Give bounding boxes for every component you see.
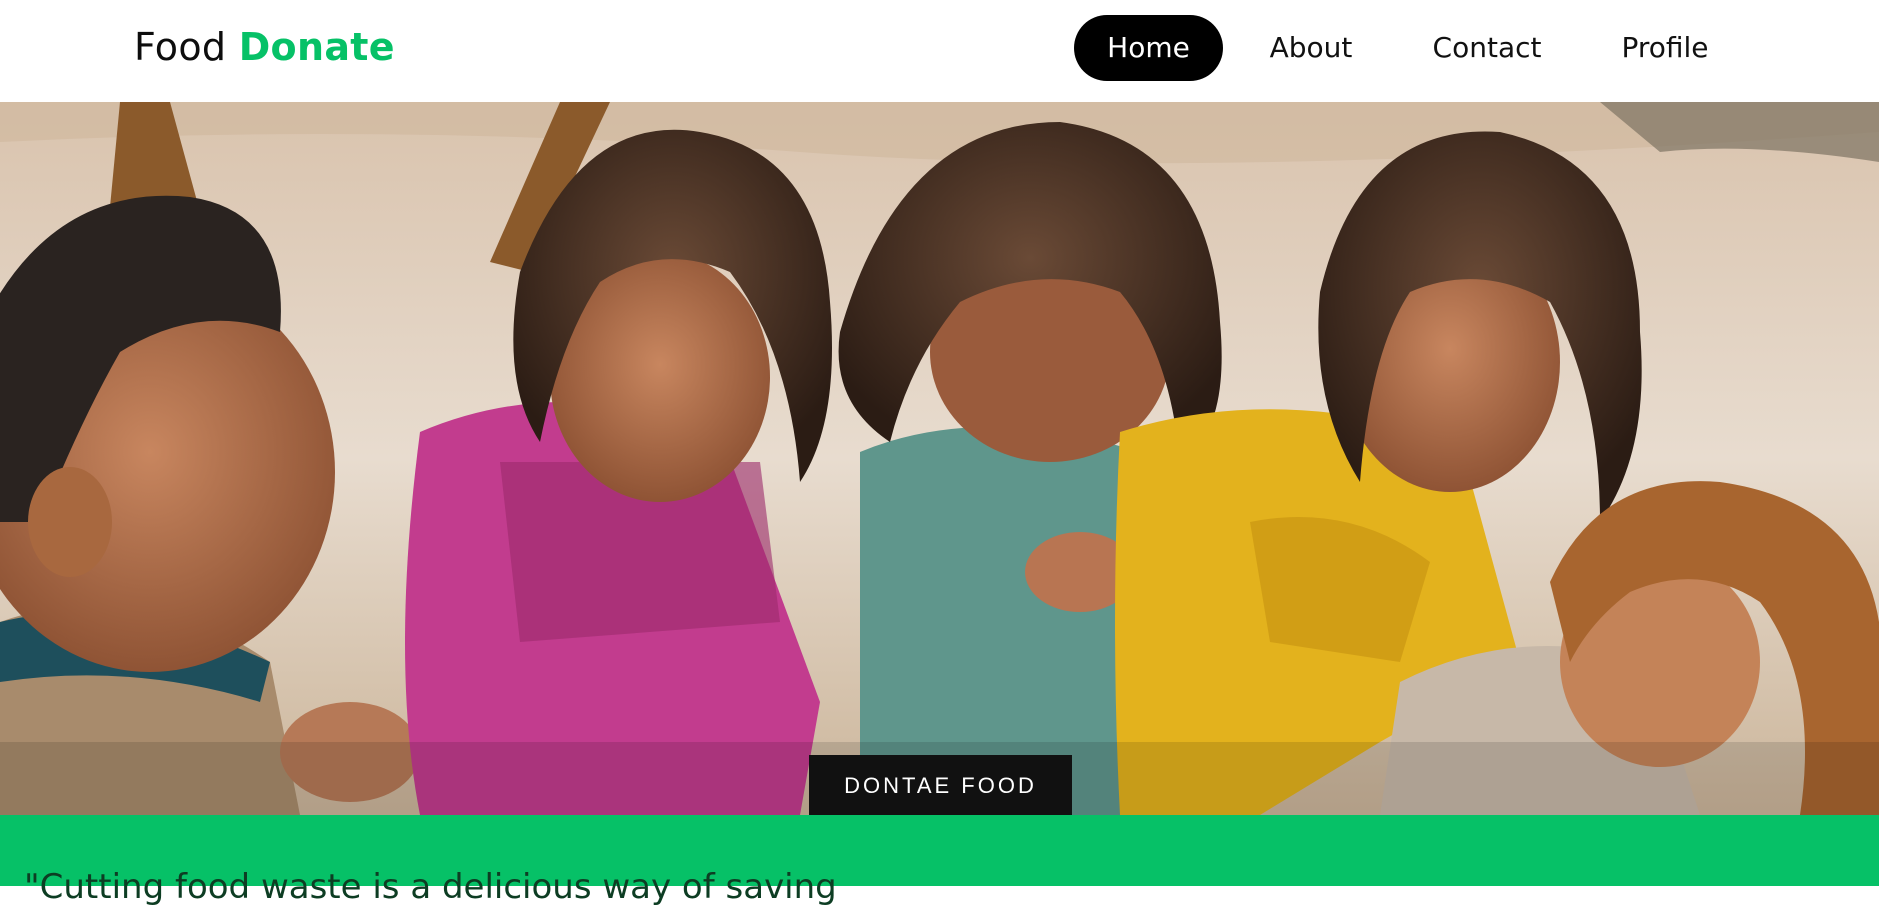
quote-band: "Cutting food waste is a delicious way o… <box>0 815 1879 907</box>
nav-home-link[interactable]: Home <box>1074 15 1223 81</box>
navbar: Food Donate Home About Contact Profile <box>0 0 1879 102</box>
hero-banner: DONTAE FOOD <box>0 102 1879 815</box>
hero-photo <box>0 102 1879 815</box>
logo-text-donate: Donate <box>238 25 395 69</box>
donate-food-button[interactable]: DONTAE FOOD <box>809 755 1072 815</box>
nav-about-link[interactable]: About <box>1245 15 1377 81</box>
site-logo[interactable]: Food Donate <box>134 24 395 70</box>
nav-contact-link[interactable]: Contact <box>1412 15 1562 81</box>
logo-text-food: Food <box>134 25 227 69</box>
nav-profile-link[interactable]: Profile <box>1600 15 1730 81</box>
quote-text: "Cutting food waste is a delicious way o… <box>24 867 837 907</box>
